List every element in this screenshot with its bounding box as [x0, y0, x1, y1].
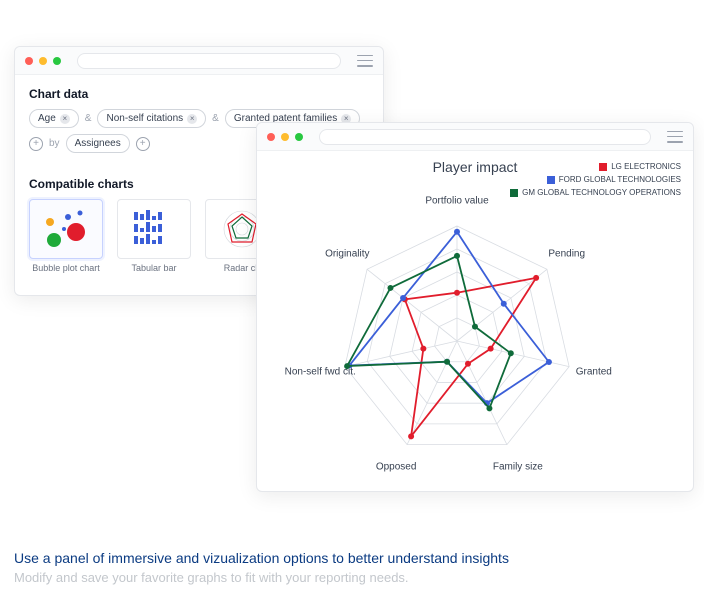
axis-label: Pending: [548, 248, 585, 259]
axis-label: Originality: [325, 248, 369, 259]
pill-label: Age: [38, 113, 56, 124]
radar-chart-window: Player impact LG ELECTRONICS FORD GLOBAL…: [256, 122, 694, 492]
url-bar[interactable]: [77, 53, 341, 69]
window-max-dot[interactable]: [53, 57, 61, 65]
pill-label: Non-self citations: [106, 113, 183, 124]
hamburger-icon[interactable]: [667, 131, 683, 143]
pill-age[interactable]: Age ×: [29, 109, 79, 128]
axis-label: Non-self fwd cit.: [285, 367, 356, 378]
chart-card-label: Bubble plot chart: [29, 263, 103, 273]
tabular-bar-icon: [117, 199, 191, 259]
window-min-dot[interactable]: [39, 57, 47, 65]
chart-card-tabular[interactable]: Tabular bar: [117, 199, 191, 273]
chart-card-bubble[interactable]: Bubble plot chart: [29, 199, 103, 273]
window-min-dot[interactable]: [281, 133, 289, 141]
chart-data-title: Chart data: [15, 75, 383, 109]
close-icon[interactable]: ×: [187, 114, 197, 124]
axis-label: Family size: [493, 462, 543, 473]
window-close-dot[interactable]: [267, 133, 275, 141]
pill-assignees[interactable]: Assignees: [66, 134, 130, 153]
radar-svg: [257, 171, 695, 491]
caption-sub: Modify and save your favorite graphs to …: [14, 570, 509, 585]
amp-separator: &: [212, 113, 219, 124]
url-bar[interactable]: [319, 129, 651, 145]
add-groupby-button[interactable]: +: [136, 137, 150, 151]
hamburger-icon[interactable]: [357, 55, 373, 67]
close-icon[interactable]: ×: [60, 114, 70, 124]
pill-nonself[interactable]: Non-self citations ×: [97, 109, 206, 128]
add-metric-button[interactable]: +: [29, 137, 43, 151]
pill-label: Assignees: [75, 138, 121, 149]
caption-headline: Use a panel of immersive and vizualizati…: [14, 550, 509, 566]
axis-label: Opposed: [376, 462, 417, 473]
axis-label: Portfolio value: [425, 195, 488, 206]
caption: Use a panel of immersive and vizualizati…: [14, 550, 509, 585]
chart-card-label: Tabular bar: [117, 263, 191, 273]
by-separator: by: [49, 138, 60, 149]
window-close-dot[interactable]: [25, 57, 33, 65]
titlebar: [257, 123, 693, 151]
window-max-dot[interactable]: [295, 133, 303, 141]
radar-chart-area: Player impact LG ELECTRONICS FORD GLOBAL…: [257, 151, 693, 491]
bubble-chart-icon: [29, 199, 103, 259]
titlebar: [15, 47, 383, 75]
axis-label: Granted: [576, 367, 612, 378]
amp-separator: &: [85, 113, 92, 124]
